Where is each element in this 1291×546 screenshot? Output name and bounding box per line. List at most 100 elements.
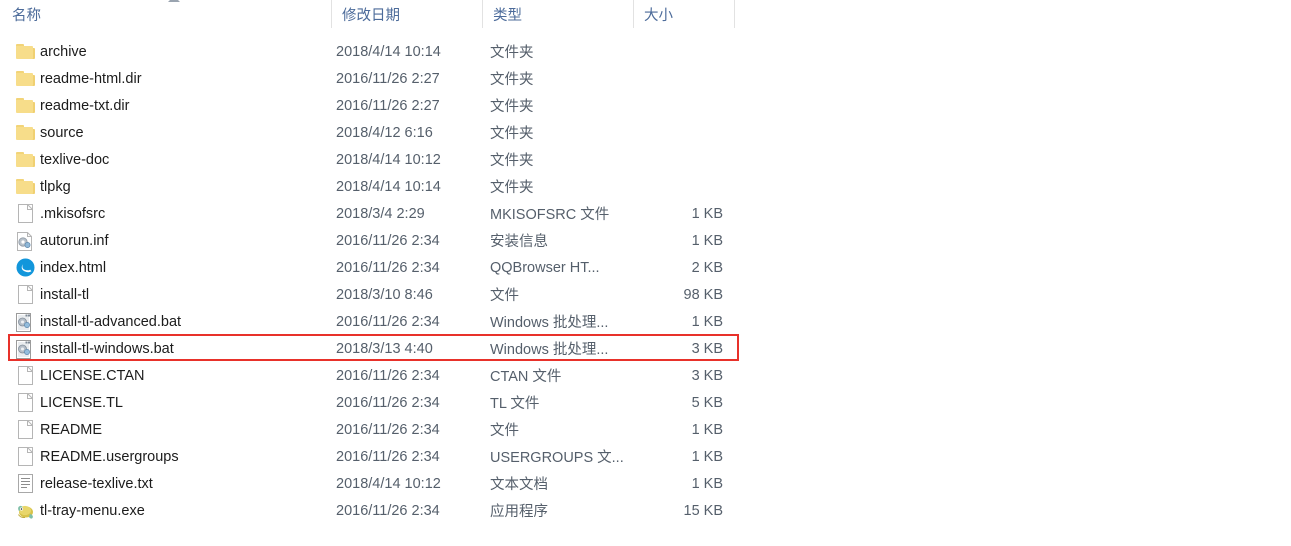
file-type: TL 文件: [490, 396, 540, 412]
folder-icon: [15, 125, 35, 140]
file-date-modified: 2016/11/26 2:34: [336, 394, 440, 411]
column-header-size[interactable]: 大小: [644, 0, 729, 28]
file-name: .mkisofsrc: [40, 205, 106, 222]
file-type: CTAN 文件: [490, 369, 562, 385]
file-row[interactable]: install-tl 2018/3/10 8:46 文件 98 KB: [0, 281, 1291, 308]
file-row[interactable]: source 2018/4/12 6:16 文件夹: [0, 119, 1291, 146]
file-icon-cell: [14, 65, 36, 92]
file-icon: [17, 420, 33, 439]
file-icon: [17, 285, 33, 304]
file-icon-cell: [14, 416, 36, 443]
file-name: LICENSE.TL: [40, 394, 123, 411]
file-type: USERGROUPS 文...: [490, 450, 624, 466]
file-date-modified: 2016/11/26 2:34: [336, 232, 440, 249]
file-icon-cell: [14, 470, 36, 497]
file-type: 文件夹: [490, 72, 534, 88]
file-icon-cell: [14, 227, 36, 254]
file-row[interactable]: autorun.inf 2016/11/26 2:34 安装信息 1 KB: [0, 227, 1291, 254]
file-row[interactable]: install-tl-advanced.bat 2016/11/26 2:34 Wi…: [0, 308, 1291, 335]
file-date-modified: 2018/4/14 10:14: [336, 43, 441, 60]
file-icon-cell: [14, 38, 36, 65]
file-row[interactable]: tl-tray-menu.exe 2016/11/26 2:34 应用程序 15 KB: [0, 497, 1291, 524]
file-type: 文件夹: [490, 45, 534, 61]
file-date-modified: 2016/11/26 2:34: [336, 448, 440, 465]
file-type: 文件: [490, 288, 519, 304]
column-divider-3[interactable]: [633, 0, 634, 28]
file-row[interactable]: README 2016/11/26 2:34 文件 1 KB: [0, 416, 1291, 443]
file-icon: [17, 204, 33, 223]
column-header: 名称 修改日期 类型 大小: [0, 0, 1291, 28]
file-row[interactable]: LICENSE.TL 2016/11/26 2:34 TL 文件 5 KB: [0, 389, 1291, 416]
file-date-modified: 2018/4/12 6:16: [336, 124, 433, 141]
column-header-type-label: 类型: [493, 7, 522, 24]
column-divider-4[interactable]: [734, 0, 735, 28]
file-row[interactable]: release-texlive.txt 2018/4/14 10:12 文本文档 1 …: [0, 470, 1291, 497]
file-size: [630, 119, 723, 146]
column-header-name[interactable]: 名称: [12, 0, 322, 28]
file-row[interactable]: readme-txt.dir 2016/11/26 2:27 文件夹: [0, 92, 1291, 119]
file-name: install-tl: [40, 286, 90, 303]
file-list: archive 2018/4/14 10:14 文件夹 readme-html.dir…: [0, 38, 1291, 524]
file-row[interactable]: tlpkg 2018/4/14 10:14 文件夹: [0, 173, 1291, 200]
file-date-modified: 2018/4/14 10:12: [336, 151, 441, 168]
text-document-icon: [17, 474, 33, 493]
file-type: 文件夹: [490, 126, 534, 142]
file-row[interactable]: LICENSE.CTAN 2016/11/26 2:34 CTAN 文件 3 KB: [0, 362, 1291, 389]
file-type: Windows 批处理...: [490, 342, 609, 358]
file-size: 3 KB: [691, 340, 723, 357]
file-size: [630, 146, 723, 173]
file-row[interactable]: README.usergroups 2016/11/26 2:34 USERGROU…: [0, 443, 1291, 470]
application-icon: [16, 502, 35, 520]
file-name: README: [40, 421, 103, 438]
file-size: [630, 92, 723, 119]
file-name: autorun.inf: [40, 232, 109, 249]
file-size: 5 KB: [691, 394, 723, 411]
column-divider-2[interactable]: [482, 0, 483, 28]
file-icon-cell: [14, 200, 36, 227]
file-name: texlive-doc: [40, 151, 110, 168]
file-row[interactable]: install-tl-windows.bat 2018/3/13 4:40 Wind…: [0, 334, 1291, 362]
file-type: Windows 批处理...: [490, 315, 609, 331]
file-icon-cell: [14, 335, 36, 362]
file-type: 安装信息: [490, 234, 548, 250]
file-name: archive: [40, 43, 87, 60]
file-name: readme-html.dir: [40, 70, 142, 87]
file-row[interactable]: texlive-doc 2018/4/14 10:12 文件夹: [0, 146, 1291, 173]
file-icon: [17, 366, 33, 385]
file-row[interactable]: readme-html.dir 2016/11/26 2:27 文件夹: [0, 65, 1291, 92]
file-icon: [17, 393, 33, 412]
file-name: source: [40, 124, 84, 141]
file-date-modified: 2018/4/14 10:12: [336, 475, 441, 492]
file-size: 1 KB: [691, 448, 723, 465]
file-size: 15 KB: [683, 502, 724, 519]
column-divider-1[interactable]: [331, 0, 332, 28]
file-name: install-tl-windows.bat: [40, 340, 174, 357]
file-row[interactable]: .mkisofsrc 2018/3/4 2:29 MKISOFSRC 文件 1 KB: [0, 200, 1291, 227]
file-type: 文本文档: [490, 477, 548, 493]
file-name: readme-txt.dir: [40, 97, 130, 114]
file-date-modified: 2016/11/26 2:34: [336, 421, 440, 438]
file-icon-cell: [14, 362, 36, 389]
file-date-modified: 2018/4/14 10:14: [336, 178, 441, 195]
file-type: 文件夹: [490, 99, 534, 115]
file-type: 文件: [490, 423, 519, 439]
file-icon-cell: [14, 173, 36, 200]
file-name: README.usergroups: [40, 448, 179, 465]
file-date-modified: 2016/11/26 2:27: [336, 97, 440, 114]
file-date-modified: 2016/11/26 2:34: [336, 259, 440, 276]
setup-information-icon: [16, 231, 34, 251]
file-date-modified: 2018/3/4 2:29: [336, 205, 425, 222]
file-type: 应用程序: [490, 504, 548, 520]
file-row[interactable]: index.html 2016/11/26 2:34 QQBrowser HT...…: [0, 254, 1291, 281]
file-name: LICENSE.CTAN: [40, 367, 145, 384]
file-icon-cell: [14, 308, 36, 335]
file-type: QQBrowser HT...: [490, 259, 600, 276]
file-date-modified: 2016/11/26 2:34: [336, 367, 440, 384]
column-header-date[interactable]: 修改日期: [342, 0, 477, 28]
column-header-type[interactable]: 类型: [493, 0, 623, 28]
file-row[interactable]: archive 2018/4/14 10:14 文件夹: [0, 38, 1291, 65]
folder-icon: [15, 71, 35, 86]
column-header-name-label: 名称: [12, 7, 41, 24]
file-icon-cell: [14, 119, 36, 146]
file-name: tl-tray-menu.exe: [40, 502, 145, 519]
